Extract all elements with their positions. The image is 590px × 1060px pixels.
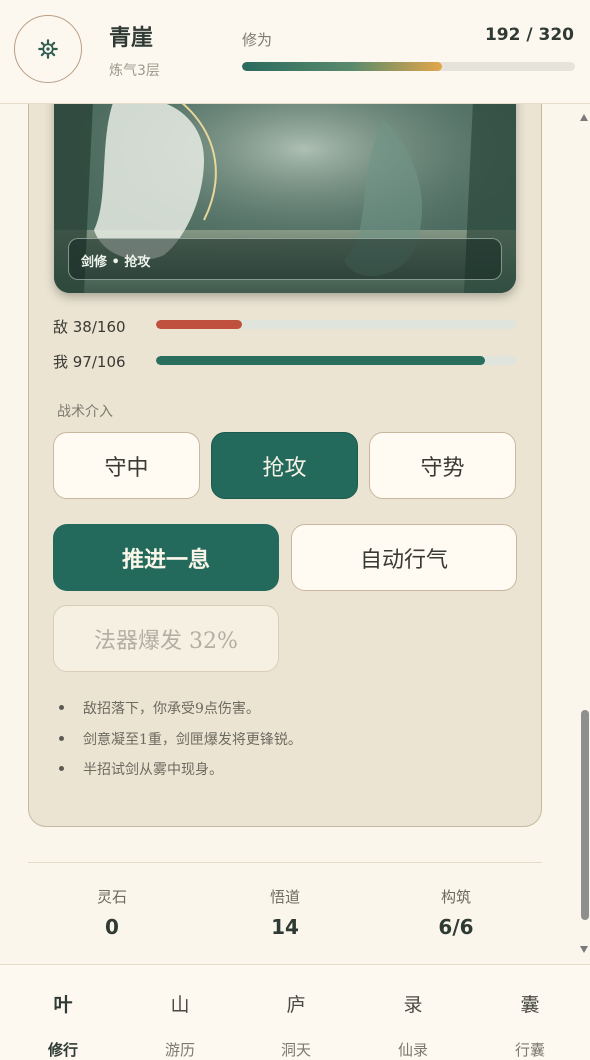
self-hp-label: 我 97/106 <box>53 353 126 371</box>
stat-value: 6/6 <box>438 915 474 939</box>
nav-label: 修行 <box>47 1041 78 1059</box>
self-hp-fill <box>156 356 486 365</box>
stat-build: 构筑 6/6 <box>396 886 516 939</box>
stats-divider <box>28 862 542 863</box>
nav-label: 仙录 <box>397 1041 428 1059</box>
tactics-title: 战术介入 <box>57 404 113 420</box>
character-realm: 炼气3层 <box>109 63 160 79</box>
mountain-glyph-icon: 山 <box>170 994 190 1016</box>
nav-tab-cultivate[interactable]: 叶 修行 <box>4 965 122 1060</box>
stat-label: 灵石 <box>96 888 127 906</box>
bag-glyph-icon: 囊 <box>520 994 540 1016</box>
cultivation-progress-fill <box>242 62 442 71</box>
log-entry: 剑意凝至1重，剑匣爆发将更锋锐。 <box>59 729 519 760</box>
advance-breath-button[interactable]: 推进一息 <box>53 524 279 591</box>
nav-tab-cave[interactable]: 庐 洞天 <box>237 965 355 1060</box>
artifact-burst-button[interactable]: 法器爆发 32% <box>53 605 279 672</box>
scroll-up-arrow-icon[interactable] <box>580 114 588 121</box>
nav-label: 洞天 <box>280 1041 311 1059</box>
tactic-button-defensive[interactable]: 守势 <box>369 432 516 499</box>
gear-icon <box>38 39 58 59</box>
character-name: 青崖 <box>109 25 154 51</box>
enemy-hp-label: 敌 38/160 <box>53 318 126 336</box>
scroll-down-arrow-icon[interactable] <box>580 946 588 953</box>
tactic-button-seize-attack[interactable]: 抢攻 <box>211 432 358 499</box>
scene-caption: 剑修 • 抢攻 <box>68 238 502 280</box>
nav-label: 行囊 <box>514 1041 545 1059</box>
bottom-navigation: 叶 修行 山 游历 庐 洞天 录 仙录 囊 行囊 <box>0 964 590 1060</box>
nav-label: 游历 <box>164 1041 195 1059</box>
tactic-button-guard-center[interactable]: 守中 <box>53 432 200 499</box>
stat-value: 14 <box>271 915 299 939</box>
cultivation-label: 修为 <box>242 31 273 49</box>
battle-log: 敌招落下，你承受9点伤害。 剑意凝至1重，剑匣爆发将更锋锐。 半招试剑从雾中现身… <box>59 698 519 790</box>
self-hp-bar <box>156 356 516 365</box>
enemy-hp-fill <box>156 320 242 329</box>
scrollbar-thumb[interactable] <box>581 710 589 920</box>
nav-tab-records[interactable]: 录 仙录 <box>354 965 472 1060</box>
log-entry: 敌招落下，你承受9点伤害。 <box>59 698 519 729</box>
nav-tab-bag[interactable]: 囊 行囊 <box>471 965 589 1060</box>
stat-label: 构筑 <box>440 888 471 906</box>
settings-button[interactable] <box>14 15 82 83</box>
stat-label: 悟道 <box>269 888 300 906</box>
cultivation-value: 192 / 320 <box>484 25 574 45</box>
status-header: 青崖 炼气3层 修为 192 / 320 <box>0 0 590 104</box>
record-glyph-icon: 录 <box>403 994 423 1016</box>
nav-tab-travel[interactable]: 山 游历 <box>121 965 239 1060</box>
stat-value: 0 <box>105 915 119 939</box>
stat-insight: 悟道 14 <box>225 886 345 939</box>
cultivation-progress-bar <box>242 62 575 71</box>
leaf-glyph-icon: 叶 <box>53 994 73 1016</box>
log-entry: 半招试剑从雾中现身。 <box>59 759 519 790</box>
enemy-hp-bar <box>156 320 516 329</box>
stat-spirit-stones: 灵石 0 <box>52 886 172 939</box>
hut-glyph-icon: 庐 <box>286 994 306 1016</box>
auto-cultivate-button[interactable]: 自动行气 <box>291 524 517 591</box>
